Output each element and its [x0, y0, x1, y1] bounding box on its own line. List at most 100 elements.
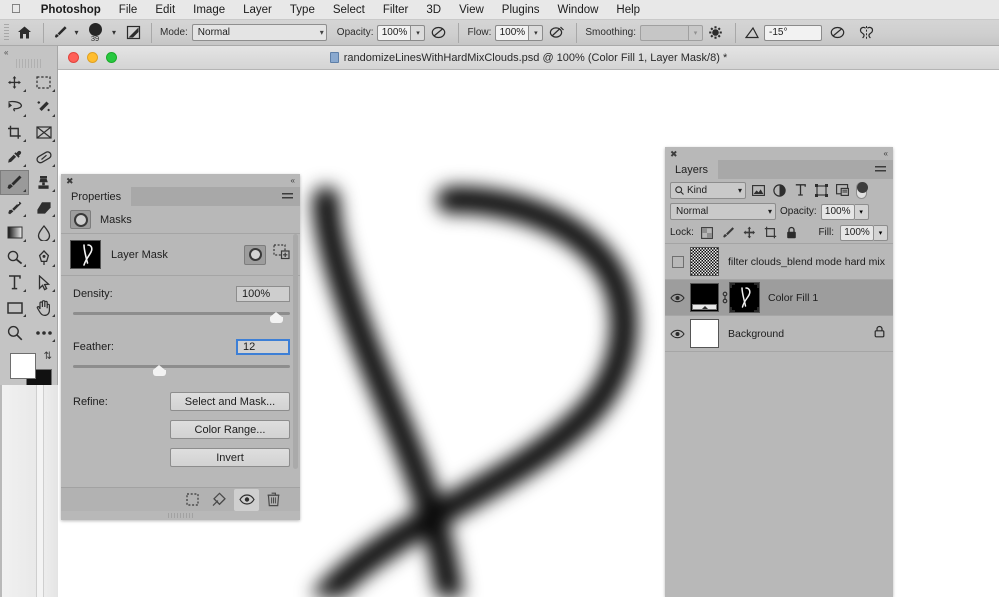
opacity-stepper[interactable]: ▾: [410, 24, 426, 41]
menu-3d[interactable]: 3D: [417, 0, 450, 20]
brush-preset-chevron-icon[interactable]: ▾: [70, 28, 83, 37]
history-brush-tool[interactable]: [0, 195, 29, 220]
flow-control[interactable]: 100% ▾: [495, 24, 544, 41]
pressure-opacity-icon[interactable]: [425, 25, 452, 40]
filter-pixel-layers-icon[interactable]: [750, 182, 767, 199]
filter-type-layers-icon[interactable]: [792, 182, 809, 199]
clone-stamp-tool[interactable]: [29, 170, 58, 195]
lock-position-icon[interactable]: [742, 225, 757, 240]
load-selection-from-mask-icon[interactable]: [180, 489, 205, 511]
clouds-noise-thumbnail[interactable]: [690, 247, 719, 276]
filter-enable-toggle[interactable]: [856, 181, 868, 199]
brush-size-indicator[interactable]: 39: [83, 23, 107, 42]
close-icon[interactable]: ✖: [670, 150, 678, 159]
lasso-tool[interactable]: [0, 95, 29, 120]
filter-smart-object-layers-icon[interactable]: [834, 182, 851, 199]
layer-fill-input[interactable]: 100%: [840, 224, 874, 241]
layer-visibility-toggle[interactable]: [665, 255, 690, 268]
opacity-control[interactable]: 100% ▾: [377, 24, 426, 41]
brush-angle-input[interactable]: -15°: [763, 24, 822, 41]
brush-size-chevron-icon[interactable]: ▾: [107, 28, 121, 37]
options-bar-grip[interactable]: [2, 23, 11, 42]
density-slider-handle[interactable]: [270, 312, 283, 323]
layer-fill-stepper[interactable]: ▾: [874, 224, 888, 241]
feather-slider-handle[interactable]: [153, 365, 166, 376]
opacity-input[interactable]: 100%: [377, 24, 411, 41]
properties-resize-grip[interactable]: [61, 511, 300, 520]
layer-blend-mode-select[interactable]: Normal ▾: [670, 203, 776, 220]
layer-visibility-toggle[interactable]: [665, 329, 690, 339]
table-row[interactable]: filter clouds_blend mode hard mix: [665, 244, 893, 280]
density-input[interactable]: 100%: [236, 286, 290, 302]
brush-preset-icon[interactable]: [50, 25, 70, 40]
link-mask-icon[interactable]: [719, 291, 730, 304]
toggle-mask-visibility-icon[interactable]: [234, 488, 259, 511]
table-row[interactable]: Color Fill 1: [665, 280, 893, 316]
collapse-icon[interactable]: «: [884, 150, 888, 158]
blend-mode-select[interactable]: Normal ▾: [191, 24, 327, 41]
menu-edit[interactable]: Edit: [146, 0, 184, 20]
menu-file[interactable]: File: [110, 0, 147, 20]
airbrush-icon[interactable]: [543, 25, 570, 40]
invert-button[interactable]: Invert: [170, 448, 290, 467]
filter-shape-layers-icon[interactable]: [813, 182, 830, 199]
layer-visibility-toggle[interactable]: [665, 293, 690, 303]
collapse-icon[interactable]: «: [291, 177, 295, 185]
add-vector-mask-icon[interactable]: [273, 244, 290, 265]
hand-tool[interactable]: [29, 295, 58, 320]
edit-toolbar-tool[interactable]: [29, 320, 58, 345]
menu-filter[interactable]: Filter: [374, 0, 418, 20]
menu-window[interactable]: Window: [549, 0, 608, 20]
pen-tool[interactable]: [29, 245, 58, 270]
menu-view[interactable]: View: [450, 0, 493, 20]
properties-scrollbar[interactable]: [293, 234, 298, 469]
layer-mask-thumbnail[interactable]: [70, 240, 101, 269]
lock-artboard-nesting-icon[interactable]: [763, 225, 778, 240]
rectangle-tool[interactable]: [0, 295, 29, 320]
dodge-tool[interactable]: [0, 245, 29, 270]
density-slider[interactable]: [73, 309, 290, 323]
feather-slider[interactable]: [73, 362, 290, 376]
gradient-tool[interactable]: [0, 220, 29, 245]
menu-type[interactable]: Type: [281, 0, 324, 20]
brush-settings-icon[interactable]: [121, 25, 145, 40]
blur-tool[interactable]: [29, 220, 58, 245]
move-tool[interactable]: [0, 70, 29, 95]
home-icon[interactable]: [11, 26, 37, 39]
layer-opacity-control[interactable]: 100% ▾: [820, 203, 869, 220]
menu-photoshop[interactable]: Photoshop: [32, 0, 110, 20]
eyedropper-tool[interactable]: [0, 145, 29, 170]
gear-icon[interactable]: [703, 25, 729, 40]
select-and-mask-button[interactable]: Select and Mask...: [170, 392, 290, 411]
filter-kind-select[interactable]: Kind ▾: [670, 181, 746, 199]
apply-mask-icon[interactable]: [207, 489, 232, 511]
layer-mask-thumbnail[interactable]: [730, 283, 759, 312]
tools-panel-grip[interactable]: [15, 59, 42, 68]
background-white-thumbnail[interactable]: [690, 319, 719, 348]
brush-tool[interactable]: [0, 170, 29, 195]
pressure-size-icon[interactable]: [822, 25, 854, 40]
zoom-tool[interactable]: [0, 320, 29, 345]
solid-color-fill-thumbnail[interactable]: [690, 283, 719, 312]
add-pixel-mask-icon[interactable]: [244, 244, 266, 265]
flow-stepper[interactable]: ▾: [528, 24, 544, 41]
color-range-button[interactable]: Color Range...: [170, 420, 290, 439]
document-title-bar[interactable]: randomizeLinesWithHardMixClouds.psd @ 10…: [58, 46, 999, 70]
panel-menu-icon[interactable]: [282, 187, 300, 206]
menu-image[interactable]: Image: [184, 0, 234, 20]
lock-transparent-pixels-icon[interactable]: [700, 225, 715, 240]
panel-menu-icon[interactable]: [875, 160, 893, 179]
path-selection-tool[interactable]: [29, 270, 58, 295]
type-tool[interactable]: [0, 270, 29, 295]
swap-colors-icon[interactable]: ⇅: [44, 351, 52, 362]
flow-input[interactable]: 100%: [495, 24, 529, 41]
smoothing-input[interactable]: [639, 24, 688, 41]
smoothing-control[interactable]: ▾: [639, 24, 703, 41]
symmetry-butterfly-icon[interactable]: [854, 25, 880, 40]
layer-opacity-input[interactable]: 100%: [820, 203, 855, 220]
rectangular-marquee-tool[interactable]: [29, 70, 58, 95]
tab-properties[interactable]: Properties: [61, 187, 132, 206]
foreground-color-swatch[interactable]: [10, 353, 36, 379]
healing-brush-tool[interactable]: [29, 145, 58, 170]
menu-plugins[interactable]: Plugins: [493, 0, 549, 20]
